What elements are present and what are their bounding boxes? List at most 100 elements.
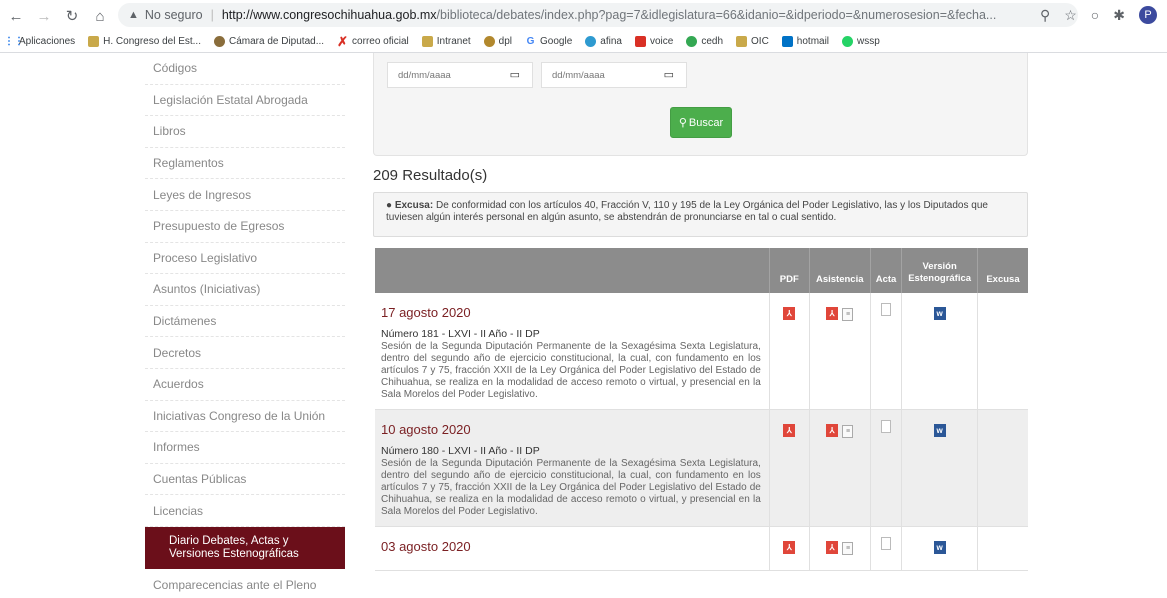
pdf-icon[interactable]: ⅄ [783,424,796,437]
star-icon[interactable]: ☆ [1064,7,1077,24]
puzzle-icon[interactable]: ✱ [1113,7,1125,24]
sidebar-item-comparecencias[interactable]: Comparecencias ante el Pleno [145,569,345,598]
x-mark-icon: ✗ [337,34,348,49]
notice-text: De conformidad con los artículos 40, Fra… [386,200,988,223]
list-document-icon[interactable]: ≡ [842,308,854,321]
afina-icon [585,36,597,47]
pdf-icon[interactable]: ⅄ [826,424,839,437]
column-header-acta: Acta [870,248,903,293]
sidebar-item-cuentas-publicas[interactable]: Cuentas Públicas [145,464,345,496]
sidebar-item-diario-debates[interactable]: Diario Debates, Actas y Versiones Esteno… [145,526,345,569]
sidebar-item-legislacion-abrogada[interactable]: Legislación Estatal Abrogada [145,85,345,117]
browser-actions: ⚲ ☆ ○ ✱ P [1040,6,1157,24]
list-document-icon[interactable]: ≡ [842,425,854,438]
page: Códigos Legislación Estatal Abrogada Lib… [0,53,1167,598]
sidebar-item-licencias[interactable]: Licencias [145,495,345,527]
session-date[interactable]: 17 agosto 2020 [381,305,761,320]
camara-icon [213,36,225,47]
bookmark-dpl[interactable]: dpl [483,36,512,47]
pdf-icon[interactable]: ⅄ [826,541,839,554]
extension-icon[interactable]: ○ [1091,7,1099,23]
bookmark-congreso[interactable]: H. Congreso del Est... [88,36,201,47]
sidebar-item-codigos[interactable]: Códigos [145,53,345,85]
sidebar: Códigos Legislación Estatal Abrogada Lib… [145,53,345,598]
column-header-asistencia: Asistencia [809,248,871,293]
apps-grid-icon: ⋮⋮ [4,36,24,47]
sidebar-item-libros[interactable]: Libros [145,116,345,148]
security-label: No seguro [144,8,203,22]
sidebar-item-acuerdos[interactable]: Acuerdos [145,369,345,401]
sidebar-item-decretos[interactable]: Decretos [145,337,345,369]
seal-icon [88,36,100,47]
pin-icon [483,36,495,47]
bookmark-wssp[interactable]: wssp [842,36,880,47]
bookmarks-bar: ⋮⋮ Aplicaciones H. Congreso del Est... Cá… [0,31,1167,53]
calendar-icon[interactable]: ▭ [510,68,520,81]
session-number: Número 181 - LXVI - II Año - II DP [381,328,540,340]
google-icon: G [526,36,535,47]
back-icon[interactable]: ← [6,6,26,26]
bookmark-intranet[interactable]: Intranet [421,36,471,47]
browser-toolbar: ← → ↻ ⌂ ▲ No seguro | http://www.congres… [0,0,1167,31]
sidebar-item-iniciativas-union[interactable]: Iniciativas Congreso de la Unión [145,401,345,433]
pdf-icon[interactable]: ⅄ [783,541,796,554]
bookmark-google[interactable]: G Google [525,36,573,47]
video-icon [634,36,646,47]
home-icon[interactable]: ⌂ [90,6,110,26]
table-row: 10 agosto 2020 Número 180 - LXVI - II Añ… [375,409,1028,527]
session-description: Sesión de la Segunda Diputación Permanen… [381,458,761,517]
session-date[interactable]: 03 agosto 2020 [381,539,761,554]
search-button[interactable]: ⚲ Buscar [670,107,732,138]
word-document-icon[interactable]: w [933,307,946,320]
list-document-icon[interactable]: ≡ [842,542,854,555]
forward-icon[interactable]: → [34,6,54,26]
document-icon[interactable] [881,420,892,433]
seal-icon [421,36,433,47]
bookmark-correo[interactable]: ✗ correo oficial [337,34,409,49]
address-bar[interactable]: ▲ No seguro | http://www.congresochihuah… [118,3,1078,27]
sidebar-item-proceso-legislativo[interactable]: Proceso Legislativo [145,243,345,275]
bookmark-apps[interactable]: ⋮⋮ Aplicaciones [4,36,75,47]
bookmark-oic[interactable]: OIC [736,36,769,47]
results-table: PDF Asistencia Acta Versión Estenográfic… [375,248,1028,571]
word-document-icon[interactable]: w [933,424,946,437]
table-row: 17 agosto 2020 Número 181 - LXVI - II Añ… [375,293,1028,410]
sidebar-item-dictamenes[interactable]: Dictámenes [145,306,345,338]
calendar-icon[interactable]: ▭ [664,68,674,81]
zoom-icon[interactable]: ⚲ [1040,7,1050,24]
sidebar-item-reglamentos[interactable]: Reglamentos [145,148,345,180]
sidebar-item-leyes-ingresos[interactable]: Leyes de Ingresos [145,179,345,211]
document-icon[interactable] [881,303,892,316]
results-count: 209 Resultado(s) [373,167,488,184]
seal-icon [736,36,748,47]
sidebar-item-asuntos[interactable]: Asuntos (Iniciativas) [145,274,345,306]
cedh-icon [686,36,698,47]
bookmark-hotmail[interactable]: hotmail [781,36,829,47]
date-from-field[interactable]: dd/mm/aaaa ▭ [387,62,533,88]
pdf-icon[interactable]: ⅄ [783,307,796,320]
column-header-description [375,248,770,293]
reload-icon[interactable]: ↻ [62,6,82,26]
word-document-icon[interactable]: w [933,541,946,554]
whatsapp-icon [842,36,854,47]
date-to-field[interactable]: dd/mm/aaaa ▭ [541,62,687,88]
bookmark-afina[interactable]: afina [585,36,622,47]
sidebar-item-informes[interactable]: Informes [145,432,345,464]
session-description: Sesión de la Segunda Diputación Permanen… [381,341,761,400]
info-icon: ● [386,200,393,211]
notice-label: Excusa: [394,200,434,211]
document-icon[interactable] [881,537,892,550]
warning-icon: ▲ [128,9,139,21]
bookmark-camara[interactable]: Cámara de Diputad... [213,36,324,47]
url-path: /biblioteca/debates/index.php?pag=7&idle… [436,8,997,22]
outlook-icon [781,36,793,47]
profile-avatar[interactable]: P [1139,6,1157,24]
bookmark-voice[interactable]: voice [634,36,673,47]
pdf-icon[interactable]: ⅄ [826,307,839,320]
sidebar-item-label: Diario Debates, Actas y [169,534,289,547]
session-date[interactable]: 10 agosto 2020 [381,422,761,437]
search-panel: dd/mm/aaaa ▭ dd/mm/aaaa ▭ ⚲ Buscar [373,53,1028,156]
search-icon: ⚲ [678,117,687,129]
bookmark-cedh[interactable]: cedh [686,36,723,47]
sidebar-item-presupuesto[interactable]: Presupuesto de Egresos [145,211,345,243]
